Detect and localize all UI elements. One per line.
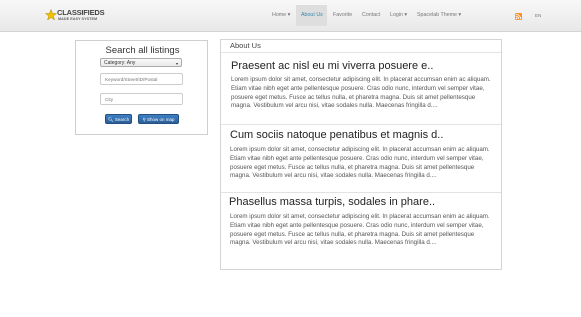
nav-item-about-us[interactable]: About Us bbox=[301, 12, 323, 18]
nav-item-theme[interactable]: Spacelab Theme ▾ bbox=[417, 12, 461, 18]
site-logo[interactable]: CLASSIFIEDS MADE EASY SYSTEM bbox=[45, 8, 105, 24]
search-icon: 🔍︎ bbox=[107, 117, 114, 122]
logo-title: CLASSIFIEDS bbox=[57, 8, 105, 17]
heading-divider bbox=[221, 52, 501, 53]
nav-item-home[interactable]: Home ▾ bbox=[272, 12, 290, 18]
article-body: Lorem ipsum dolor sit amet, consectetur … bbox=[231, 76, 491, 110]
star-logo-icon bbox=[45, 8, 57, 21]
nav-item-favorite[interactable]: Favorite bbox=[333, 12, 352, 18]
article-divider bbox=[221, 124, 501, 125]
category-select-value: Category: Any bbox=[104, 60, 136, 66]
search-title: Search all listings bbox=[105, 45, 180, 56]
article-title[interactable]: Praesent ac nisl eu mi viverra posuere e… bbox=[231, 60, 433, 72]
language-switcher[interactable]: EN bbox=[535, 13, 541, 18]
page-title: About Us bbox=[230, 41, 261, 50]
keyword-input[interactable] bbox=[100, 73, 183, 85]
nav-item-contact[interactable]: Contact bbox=[362, 12, 380, 18]
search-button-label: Search bbox=[114, 117, 130, 122]
article-divider bbox=[221, 192, 501, 193]
logo-subtitle: MADE EASY SYSTEM bbox=[58, 17, 98, 21]
show-on-map-label: Show on map bbox=[147, 117, 175, 122]
chevron-down-icon: ▾ bbox=[175, 61, 178, 66]
article-title[interactable]: Phasellus massa turpis, sodales in phare… bbox=[229, 196, 435, 208]
top-navbar: CLASSIFIEDS MADE EASY SYSTEM Home ▾ Abou… bbox=[0, 0, 581, 32]
article-body: Lorem ipsum dolor sit amet, consectetur … bbox=[230, 213, 490, 247]
city-input[interactable] bbox=[100, 93, 183, 105]
map-marker-icon: ⚲ bbox=[142, 117, 146, 122]
search-button[interactable]: 🔍︎ Search bbox=[105, 114, 132, 124]
rss-icon[interactable] bbox=[515, 13, 522, 20]
article-body: Lorem ipsum dolor sit amet, consectetur … bbox=[230, 146, 490, 180]
article-title[interactable]: Cum sociis natoque penatibus et magnis d… bbox=[230, 129, 443, 141]
nav-item-login[interactable]: Login ▾ bbox=[390, 12, 407, 18]
show-on-map-button[interactable]: ⚲ Show on map bbox=[138, 114, 179, 124]
category-select[interactable]: Category: Any ▾ bbox=[100, 58, 182, 67]
